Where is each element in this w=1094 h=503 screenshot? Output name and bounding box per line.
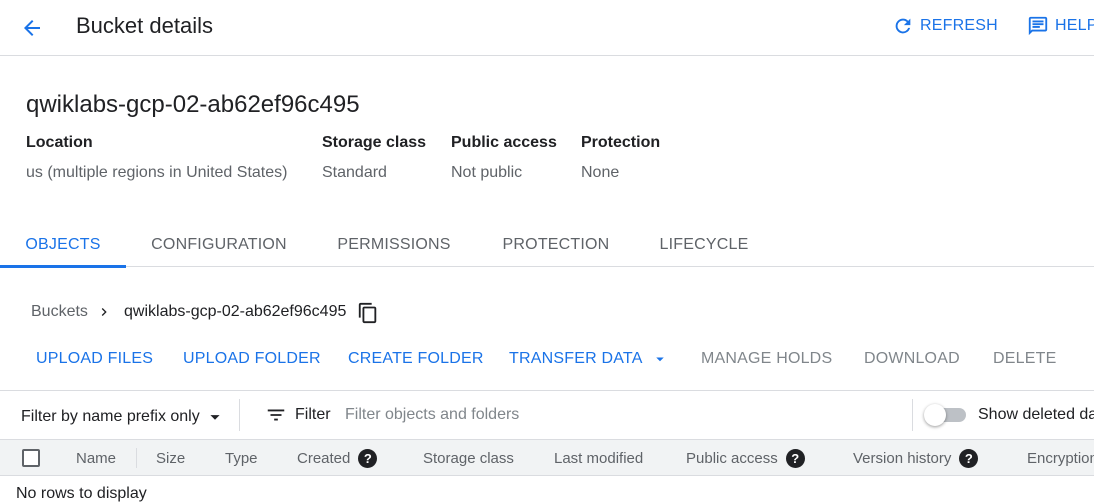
create-folder-button[interactable]: CREATE FOLDER	[348, 347, 484, 371]
top-bar: Bucket details REFRESH HELP	[0, 0, 1094, 56]
breadcrumb-current: qwiklabs-gcp-02-ab62ef96c495	[124, 303, 347, 320]
help-icon[interactable]: ?	[959, 448, 979, 468]
filter-label: Filter	[295, 406, 331, 423]
transfer-data-label: TRANSFER DATA	[509, 350, 643, 367]
column-label: Encryption	[1027, 449, 1094, 467]
bucket-name: qwiklabs-gcp-02-ab62ef96c495	[26, 91, 360, 118]
column-header-version-history[interactable]: Version history ?	[853, 440, 979, 476]
filter-button[interactable]: Filter	[265, 404, 331, 426]
feedback-icon	[1028, 16, 1048, 36]
select-all-checkbox[interactable]	[22, 449, 40, 467]
tab-protection[interactable]: PROTECTION	[498, 222, 614, 267]
column-label: Created	[297, 449, 351, 467]
filter-input[interactable]: Filter objects and folders	[345, 406, 519, 424]
column-label: Last modified	[554, 449, 644, 467]
public-access-label: Public access	[451, 134, 557, 151]
location-value: us (multiple regions in United States)	[26, 164, 288, 181]
help-button[interactable]: HELP	[1027, 14, 1094, 38]
show-deleted-label: Show deleted data	[978, 406, 1094, 423]
create-folder-label: CREATE FOLDER	[348, 350, 484, 367]
dropdown-arrow-icon	[655, 357, 664, 362]
show-deleted-toggle[interactable]	[924, 404, 968, 426]
transfer-data-button[interactable]: TRANSFER DATA	[509, 347, 669, 371]
column-header-public-access[interactable]: Public access ?	[686, 440, 805, 476]
column-label: Name	[76, 449, 117, 467]
filter-list-icon	[267, 409, 285, 421]
dropdown-arrow-icon	[210, 415, 220, 420]
back-button[interactable]	[16, 12, 48, 44]
column-divider	[136, 448, 137, 468]
storage-class-value: Standard	[322, 164, 387, 181]
filter-prefix-label: Filter by name prefix only	[21, 408, 200, 425]
copy-icon[interactable]	[357, 302, 379, 324]
divider	[239, 399, 240, 431]
protection-value: None	[581, 164, 620, 181]
column-header-encryption[interactable]: Encryption	[1027, 440, 1094, 476]
column-header-storage-class[interactable]: Storage class	[423, 440, 514, 476]
storage-class-label: Storage class	[322, 134, 427, 151]
location-label: Location	[26, 134, 93, 151]
column-label: Storage class	[423, 449, 514, 467]
help-icon[interactable]: ?	[785, 448, 805, 468]
download-label: DOWNLOAD	[864, 350, 960, 367]
manage-holds-label: MANAGE HOLDS	[701, 350, 833, 367]
column-label: Size	[156, 449, 186, 467]
download-button[interactable]: DOWNLOAD	[864, 347, 960, 371]
tab-permissions[interactable]: PERMISSIONS	[330, 222, 458, 267]
refresh-button[interactable]: REFRESH	[892, 14, 998, 38]
empty-table-message: No rows to display	[16, 485, 147, 502]
breadcrumb-buckets[interactable]: Buckets	[31, 302, 88, 322]
column-header-last-modified[interactable]: Last modified	[554, 440, 643, 476]
tab-configuration[interactable]: CONFIGURATION	[146, 222, 292, 267]
tab-objects[interactable]: OBJECTS	[0, 222, 126, 268]
arrow-back-icon	[24, 20, 40, 36]
tab-lifecycle[interactable]: LIFECYCLE	[654, 222, 754, 267]
column-label: Public access	[686, 449, 778, 467]
chevron-right-icon	[101, 308, 107, 316]
filter-prefix-select[interactable]: Filter by name prefix only	[21, 406, 226, 428]
column-header-created[interactable]: Created ?	[297, 440, 378, 476]
delete-label: DELETE	[993, 350, 1057, 367]
upload-folder-label: UPLOAD FOLDER	[183, 350, 321, 367]
refresh-icon	[895, 18, 911, 34]
column-label: Type	[225, 449, 258, 467]
divider	[912, 399, 913, 431]
public-access-value: Not public	[451, 164, 523, 181]
page-title: Bucket details	[76, 13, 213, 38]
protection-label: Protection	[581, 134, 661, 151]
column-header-size[interactable]: Size	[156, 440, 185, 476]
column-header-name[interactable]: Name	[76, 440, 116, 476]
upload-files-button[interactable]: UPLOAD FILES	[36, 347, 153, 371]
column-label: Version history	[853, 449, 952, 467]
help-label: HELP	[1055, 17, 1094, 34]
tab-bar: OBJECTS CONFIGURATION PERMISSIONS PROTEC…	[0, 222, 1094, 268]
help-icon[interactable]: ?	[358, 448, 378, 468]
toggle-knob	[924, 404, 946, 426]
upload-folder-button[interactable]: UPLOAD FOLDER	[183, 347, 321, 371]
column-header-type[interactable]: Type	[225, 440, 258, 476]
upload-files-label: UPLOAD FILES	[36, 350, 154, 367]
table-header: Name Size Type Created ? Storage class L…	[0, 440, 1094, 476]
manage-holds-button[interactable]: MANAGE HOLDS	[701, 347, 832, 371]
refresh-label: REFRESH	[920, 17, 998, 34]
delete-button[interactable]: DELETE	[993, 347, 1056, 371]
